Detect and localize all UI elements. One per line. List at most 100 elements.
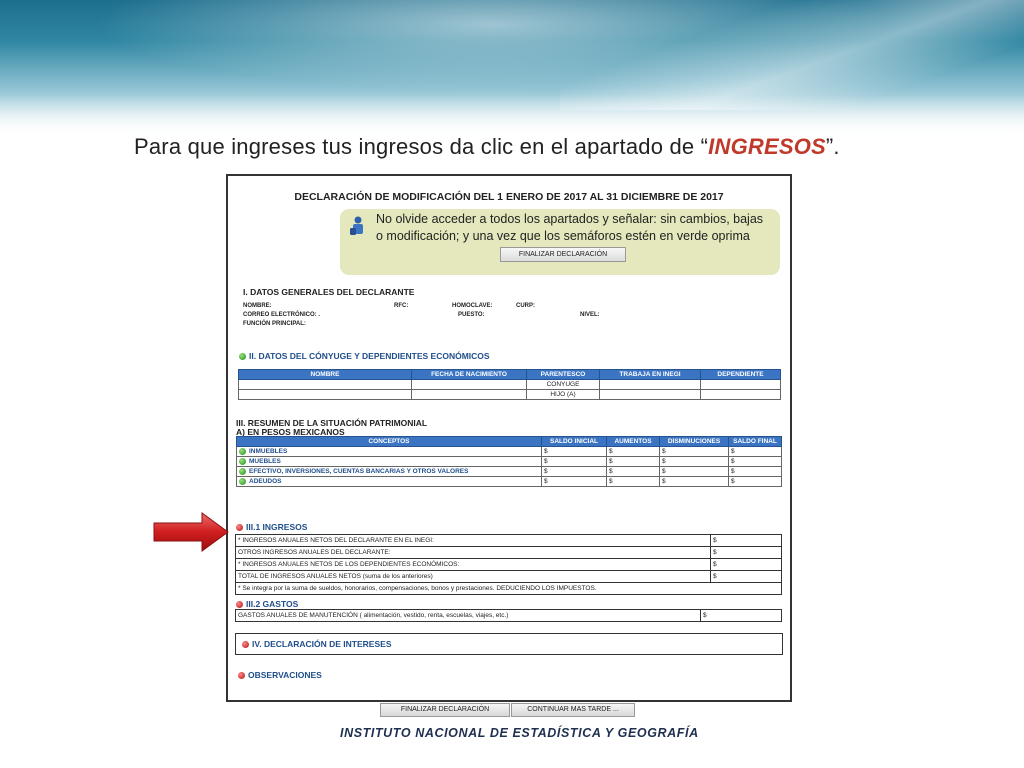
cell: $ [710, 546, 782, 559]
red-arrow-icon [153, 512, 229, 552]
cell: $ [606, 446, 660, 457]
cell: * INGRESOS ANUALES NETOS DE LOS DEPENDIE… [235, 558, 711, 571]
notice-text: No olvide acceder a todos los apartados … [376, 211, 776, 245]
table-row[interactable]: ADEUDOS $ $ $ $ [236, 476, 782, 487]
declaration-form-screenshot: DECLARACIÓN DE MODIFICACIÓN DEL 1 ENERO … [226, 174, 792, 702]
table-row: HIJO (A) [238, 389, 781, 400]
heading-keyword: INGRESOS [708, 134, 826, 159]
col-header: PARENTESCO [526, 369, 600, 380]
cell: $ [659, 456, 729, 467]
notice-box: No olvide acceder a todos los apartados … [340, 209, 780, 275]
adeudos-link[interactable]: ADEUDOS [236, 476, 542, 487]
cell: CONYUGE [526, 379, 600, 390]
cell [599, 389, 701, 400]
conyuge-section-link[interactable]: II. DATOS DEL CÓNYUGE Y DEPENDIENTES ECO… [239, 351, 490, 361]
gastos-table: GASTOS ANUALES DE MANUTENCIÓN ( alimenta… [235, 609, 782, 622]
cell [411, 379, 527, 390]
cell: $ [606, 466, 660, 477]
col-header: AUMENTOS [606, 436, 660, 447]
cell: $ [659, 476, 729, 487]
table-row: OTROS INGRESOS ANUALES DEL DECLARANTE: $ [235, 546, 782, 559]
form-title: DECLARACIÓN DE MODIFICACIÓN DEL 1 ENERO … [294, 191, 724, 203]
notice-line-2: o modificación; y una vez que los semáfo… [376, 229, 750, 243]
col-header: DEPENDIENTE [700, 369, 781, 380]
status-red-icon [236, 601, 243, 609]
institution-logo-text: INSTITUTO NACIONAL DE ESTADÍSTICA Y GEOG… [340, 726, 699, 740]
row-label: EFECTIVO, INVERSIONES, CUENTAS BANCARIAS… [249, 468, 469, 475]
continue-later-button[interactable]: CONTINUAR MAS TARDE ... [511, 703, 635, 717]
cell: GASTOS ANUALES DE MANUTENCIÓN ( alimenta… [235, 609, 701, 622]
efectivo-link[interactable]: EFECTIVO, INVERSIONES, CUENTAS BANCARIAS… [236, 466, 542, 477]
ingresos-title: III.1 INGRESOS [246, 522, 308, 532]
finalize-declaration-button-top[interactable]: FINALIZAR DECLARACIÓN [500, 247, 626, 262]
status-green-icon [239, 457, 246, 465]
cell: $ [541, 476, 607, 487]
intereses-section-link[interactable]: IV. DECLARACIÓN DE INTERESES [242, 639, 392, 649]
cell: $ [541, 456, 607, 467]
col-header: SALDO FINAL [728, 436, 782, 447]
cell: TOTAL DE INGRESOS ANUALES NETOS (suma de… [235, 570, 711, 583]
cell: $ [728, 456, 782, 467]
status-green-icon [239, 477, 246, 485]
muebles-link[interactable]: MUEBLES [236, 456, 542, 467]
table-row[interactable]: EFECTIVO, INVERSIONES, CUENTAS BANCARIAS… [236, 466, 782, 477]
status-red-icon [236, 524, 243, 532]
gastos-title: III.2 GASTOS [246, 599, 299, 609]
col-header: SALDO INICIAL [541, 436, 607, 447]
heading-prefix: Para que ingreses tus ingresos da clic e… [134, 134, 709, 159]
table-row: * Se integra por la suma de sueldos, hon… [235, 582, 782, 595]
banner-streak [560, 0, 1024, 110]
notice-line-1: No olvide acceder a todos los apartados … [376, 212, 764, 226]
cell: $ [728, 476, 782, 487]
cell [599, 379, 701, 390]
cell [238, 389, 412, 400]
cell: HIJO (A) [526, 389, 600, 400]
cell [700, 379, 781, 390]
info-figure-icon [350, 216, 363, 235]
table-row[interactable]: INMUEBLES $ $ $ $ [236, 446, 782, 457]
col-header: DISMINUCIONES [659, 436, 729, 447]
finalize-declaration-button[interactable]: FINALIZAR DECLARACIÓN [380, 703, 510, 717]
status-green-icon [239, 467, 246, 475]
nivel-label: NIVEL: [580, 312, 600, 318]
cell [238, 379, 412, 390]
ingresos-table: * INGRESOS ANUALES NETOS DEL DECLARANTE … [235, 534, 782, 595]
cell: $ [710, 558, 782, 571]
table-header-row: CONCEPTOS SALDO INICIAL AUMENTOS DISMINU… [236, 436, 782, 447]
row-label: ADEUDOS [249, 478, 282, 485]
col-header: NOMBRE [238, 369, 412, 380]
status-green-icon [239, 353, 246, 361]
correo-label: CORREO ELECTRÓNICO: . [243, 312, 321, 318]
ingresos-note: * Se integra por la suma de sueldos, hon… [235, 582, 782, 595]
funcion-label: FUNCIÓN PRINCIPAL: [243, 321, 306, 327]
rfc-label: RFC: [394, 303, 409, 309]
table-row: CONYUGE [238, 379, 781, 390]
row-label: INMUEBLES [249, 448, 288, 455]
heading-suffix: ”. [825, 134, 840, 159]
cell: OTROS INGRESOS ANUALES DEL DECLARANTE: [235, 546, 711, 559]
col-header: FECHA DE NACIMIENTO [411, 369, 527, 380]
observaciones-title: OBSERVACIONES [248, 670, 322, 680]
gastos-section-link[interactable]: III.2 GASTOS [236, 599, 298, 609]
cell: $ [710, 570, 782, 583]
table-row: GASTOS ANUALES DE MANUTENCIÓN ( alimenta… [235, 609, 782, 622]
observaciones-section-link[interactable]: OBSERVACIONES [238, 670, 322, 680]
cell: $ [710, 534, 782, 547]
puesto-label: PUESTO: [458, 312, 485, 318]
conyuge-title: II. DATOS DEL CÓNYUGE Y DEPENDIENTES ECO… [249, 351, 490, 361]
inmuebles-link[interactable]: INMUEBLES [236, 446, 542, 457]
table-row[interactable]: MUEBLES $ $ $ $ [236, 456, 782, 467]
table-row: * INGRESOS ANUALES NETOS DE LOS DEPENDIE… [235, 558, 782, 571]
table-header-row: NOMBRE FECHA DE NACIMIENTO PARENTESCO TR… [238, 369, 781, 380]
status-red-icon [238, 672, 245, 680]
col-header: TRABAJA EN INEGI [599, 369, 701, 380]
cell [700, 389, 781, 400]
cell: $ [659, 446, 729, 457]
cell: * INGRESOS ANUALES NETOS DEL DECLARANTE … [235, 534, 711, 547]
table-row: TOTAL DE INGRESOS ANUALES NETOS (suma de… [235, 570, 782, 583]
cell: $ [541, 466, 607, 477]
cell: $ [728, 466, 782, 477]
curp-label: CURP: [516, 303, 535, 309]
ingresos-section-link[interactable]: III.1 INGRESOS [236, 522, 307, 532]
cell: $ [728, 446, 782, 457]
